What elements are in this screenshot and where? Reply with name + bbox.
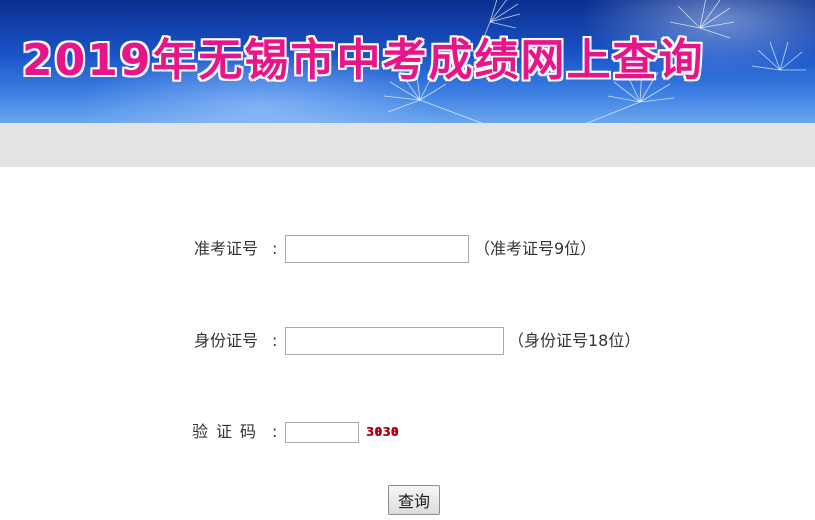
header-banner: 2019年无锡市中考成绩网上查询 (0, 0, 815, 123)
exam-id-input[interactable] (285, 235, 469, 263)
id-card-label: 身份证号 (194, 331, 259, 350)
exam-id-row: 准考证号 : （准考证号9位） (0, 234, 815, 264)
page: 2019年无锡市中考成绩网上查询 准考证号 : （准考证号9位） 身份证号 : … (0, 0, 815, 520)
exam-id-colon: : (272, 239, 278, 258)
banner-title: 2019年无锡市中考成绩网上查询 (22, 35, 705, 86)
id-card-row: 身份证号 : （身份证号18位） (0, 326, 815, 356)
captcha-input[interactable] (285, 422, 359, 443)
captcha-image[interactable]: 3030 (366, 424, 406, 440)
exam-id-hint: （准考证号9位） (474, 239, 597, 258)
captcha-row: 验证码 : (0, 417, 815, 447)
captcha-label: 验证码 (192, 422, 265, 441)
captcha-colon: : (272, 422, 278, 441)
id-card-hint: （身份证号18位） (508, 331, 641, 350)
query-button[interactable]: 查询 (388, 485, 440, 515)
grey-nav-bar (0, 123, 815, 167)
exam-id-label: 准考证号 (194, 239, 259, 258)
id-card-colon: : (272, 331, 278, 350)
id-card-input[interactable] (285, 327, 504, 355)
